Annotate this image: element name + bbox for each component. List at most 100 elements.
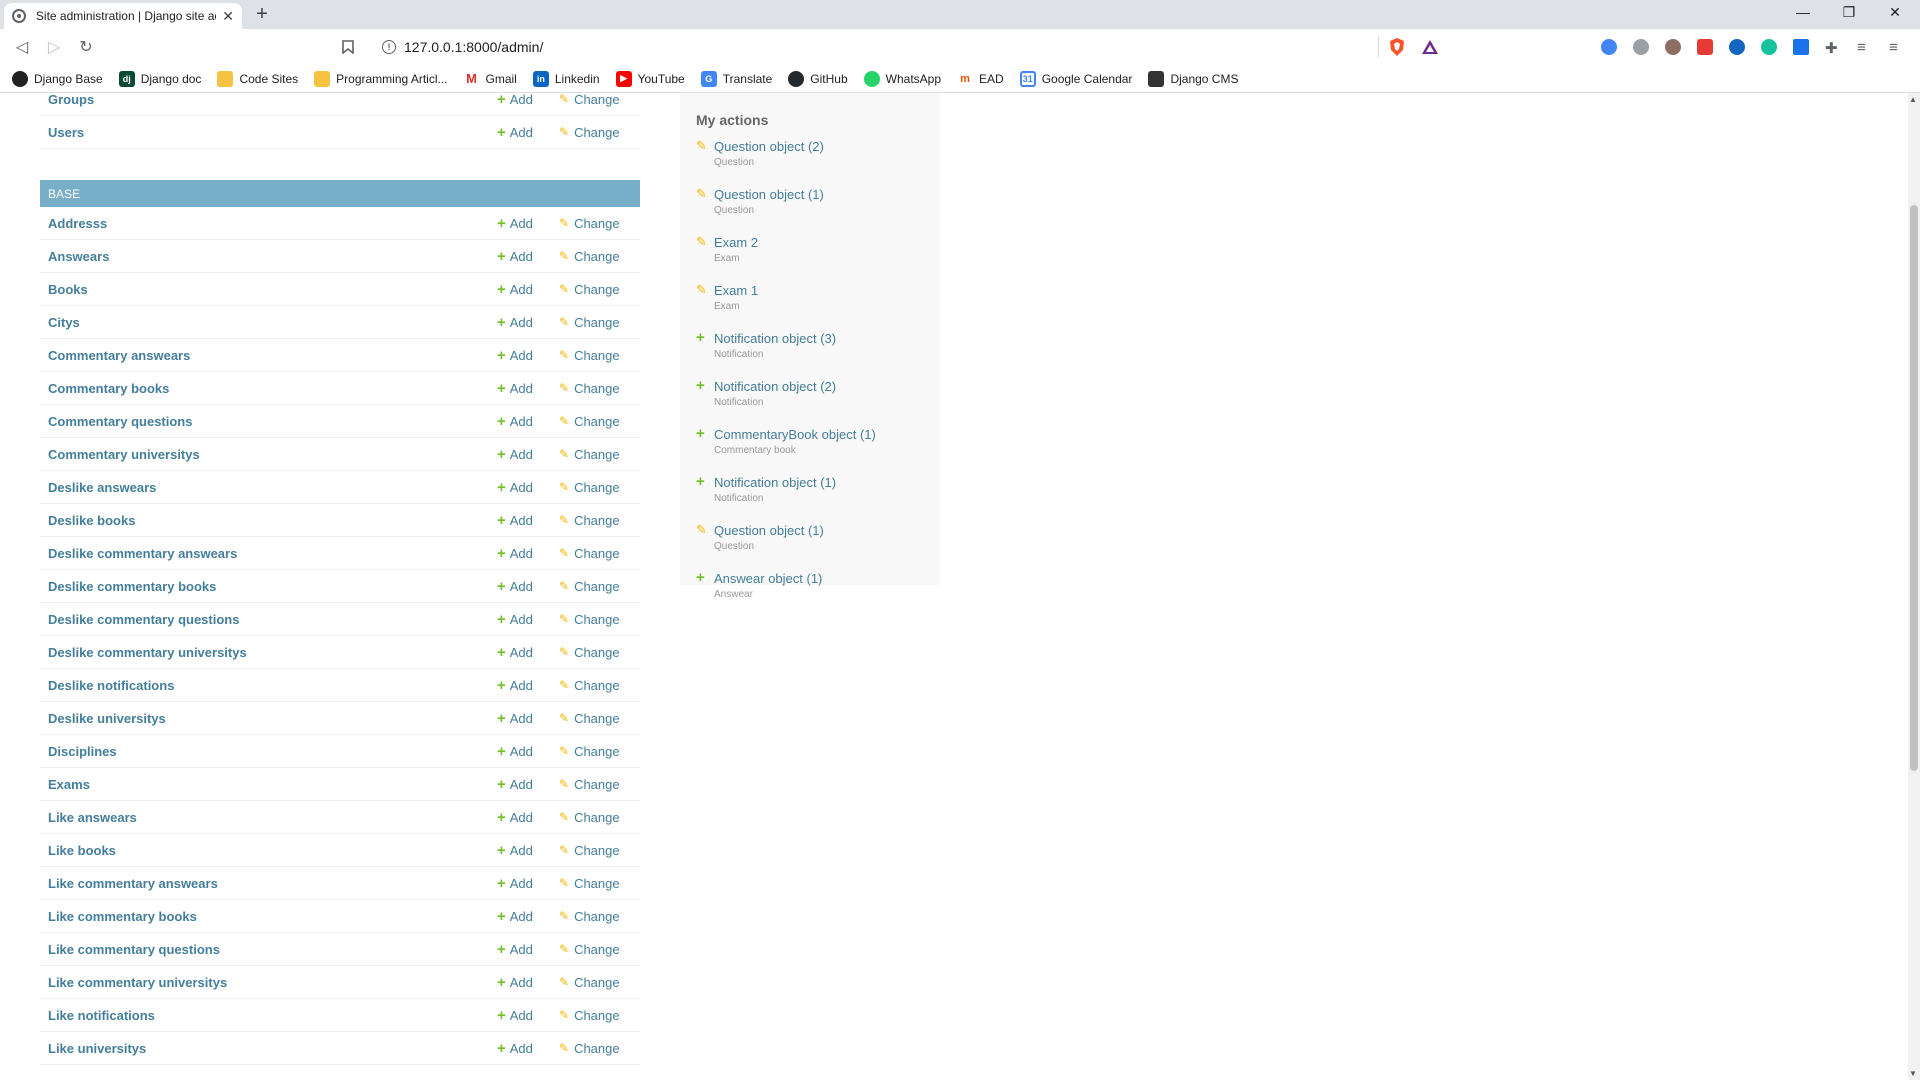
browser-tab[interactable]: Site administration | Django site ad ✕ bbox=[4, 3, 242, 29]
model-link[interactable]: Deslike answears bbox=[48, 480, 497, 495]
change-link[interactable]: ✎ Change bbox=[559, 711, 632, 726]
add-link[interactable]: + Add bbox=[497, 249, 559, 264]
action-link[interactable]: Answear object (1) bbox=[714, 571, 822, 586]
add-link[interactable]: + Add bbox=[497, 1041, 559, 1056]
site-info-icon[interactable]: ! bbox=[382, 39, 396, 54]
change-link[interactable]: ✎ Change bbox=[559, 315, 632, 330]
add-link[interactable]: + Add bbox=[497, 975, 559, 990]
bookmark-gmail[interactable]: M Gmail bbox=[463, 70, 517, 87]
add-link[interactable]: + Add bbox=[497, 876, 559, 891]
add-link[interactable]: + Add bbox=[497, 744, 559, 759]
change-link[interactable]: ✎ Change bbox=[559, 381, 632, 396]
scroll-down-icon[interactable]: ▼ bbox=[1909, 1069, 1917, 1078]
change-link[interactable]: ✎ Change bbox=[559, 546, 632, 561]
brave-rewards-icon[interactable] bbox=[1421, 37, 1439, 57]
add-link[interactable]: + Add bbox=[497, 612, 559, 627]
action-link[interactable]: Notification object (1) bbox=[714, 475, 836, 490]
action-link[interactable]: Exam 1 bbox=[714, 283, 758, 298]
bookmark-translate[interactable]: G Translate bbox=[700, 70, 772, 87]
change-link[interactable]: ✎ Change bbox=[559, 249, 632, 264]
bookmark-django-cms[interactable]: Django CMS bbox=[1148, 70, 1238, 87]
model-link[interactable]: Like books bbox=[48, 843, 497, 858]
change-link[interactable]: ✎ Change bbox=[559, 909, 632, 924]
bookmark-github[interactable]: GitHub bbox=[788, 70, 848, 87]
add-link[interactable]: + Add bbox=[497, 843, 559, 858]
add-link[interactable]: + Add bbox=[497, 513, 559, 528]
model-link[interactable]: Addresss bbox=[48, 216, 497, 231]
model-link[interactable]: Commentary questions bbox=[48, 414, 497, 429]
add-link[interactable]: + Add bbox=[497, 282, 559, 297]
change-link[interactable]: ✎ Change bbox=[559, 975, 632, 990]
bookmark-whatsapp[interactable]: WhatsApp bbox=[863, 70, 941, 87]
model-link[interactable]: Like commentary universitys bbox=[48, 975, 497, 990]
scrollbar-thumb[interactable] bbox=[1910, 205, 1918, 771]
model-link[interactable]: Deslike commentary questions bbox=[48, 612, 497, 627]
close-tab-icon[interactable]: ✕ bbox=[222, 8, 234, 25]
change-link[interactable]: ✎ Change bbox=[559, 1008, 632, 1023]
model-link[interactable]: Deslike universitys bbox=[48, 711, 497, 726]
reading-list-icon[interactable]: ≡ bbox=[1857, 39, 1873, 56]
action-link[interactable]: Question object (2) bbox=[714, 139, 824, 154]
add-link[interactable]: + Add bbox=[497, 348, 559, 363]
bookmark-code-sites[interactable]: Code Sites bbox=[217, 70, 298, 87]
change-link[interactable]: ✎ Change bbox=[559, 744, 632, 759]
model-link[interactable]: Like commentary books bbox=[48, 909, 497, 924]
model-link[interactable]: Disciplines bbox=[48, 744, 497, 759]
change-link[interactable]: ✎ Change bbox=[559, 612, 632, 627]
add-link[interactable]: + Add bbox=[497, 777, 559, 792]
change-link[interactable]: ✎ Change bbox=[559, 125, 632, 140]
add-link[interactable]: + Add bbox=[497, 125, 559, 140]
extension-icon[interactable] bbox=[1729, 39, 1745, 55]
action-link[interactable]: Question object (1) bbox=[714, 187, 824, 202]
model-link-groups[interactable]: Groups bbox=[48, 93, 497, 107]
model-link[interactable]: Deslike notifications bbox=[48, 678, 497, 693]
add-link[interactable]: + Add bbox=[497, 909, 559, 924]
minimize-icon[interactable]: — bbox=[1780, 4, 1826, 20]
change-link[interactable]: ✎ Change bbox=[559, 876, 632, 891]
bookmark-ead[interactable]: m EAD bbox=[957, 70, 1004, 87]
change-link[interactable]: ✎ Change bbox=[559, 348, 632, 363]
model-link[interactable]: Like answears bbox=[48, 810, 497, 825]
change-link[interactable]: ✎ Change bbox=[559, 447, 632, 462]
extension-icon[interactable] bbox=[1793, 39, 1809, 55]
model-link[interactable]: Commentary universitys bbox=[48, 447, 497, 462]
model-link[interactable]: Answears bbox=[48, 249, 497, 264]
action-link[interactable]: Exam 2 bbox=[714, 235, 758, 250]
change-link[interactable]: ✎ Change bbox=[559, 810, 632, 825]
add-link[interactable]: + Add bbox=[497, 678, 559, 693]
add-link[interactable]: + Add bbox=[497, 216, 559, 231]
change-link[interactable]: ✎ Change bbox=[559, 480, 632, 495]
translate-ext-icon[interactable] bbox=[1601, 39, 1617, 55]
bookmark-google-calendar[interactable]: 31 Google Calendar bbox=[1019, 70, 1132, 87]
menu-icon[interactable]: ≡ bbox=[1889, 39, 1905, 56]
page-scrollbar[interactable]: ▲ ▼ bbox=[1908, 93, 1920, 1080]
change-link[interactable]: ✎ Change bbox=[559, 93, 632, 107]
change-link[interactable]: ✎ Change bbox=[559, 678, 632, 693]
action-link[interactable]: Notification object (2) bbox=[714, 379, 836, 394]
url-text[interactable]: 127.0.0.1:8000/admin/ bbox=[404, 39, 543, 55]
model-link[interactable]: Like commentary questions bbox=[48, 942, 497, 957]
action-link[interactable]: Notification object (3) bbox=[714, 331, 836, 346]
model-link[interactable]: Commentary books bbox=[48, 381, 497, 396]
add-link[interactable]: + Add bbox=[497, 1008, 559, 1023]
grammarly-icon[interactable] bbox=[1761, 39, 1777, 55]
add-link[interactable]: + Add bbox=[497, 93, 559, 107]
model-link[interactable]: Deslike books bbox=[48, 513, 497, 528]
add-link[interactable]: + Add bbox=[497, 942, 559, 957]
action-link[interactable]: CommentaryBook object (1) bbox=[714, 427, 876, 442]
add-link[interactable]: + Add bbox=[497, 579, 559, 594]
action-link[interactable]: Question object (1) bbox=[714, 523, 824, 538]
add-link[interactable]: + Add bbox=[497, 480, 559, 495]
add-link[interactable]: + Add bbox=[497, 810, 559, 825]
add-link[interactable]: + Add bbox=[497, 315, 559, 330]
model-link[interactable]: Deslike commentary books bbox=[48, 579, 497, 594]
add-link[interactable]: + Add bbox=[497, 711, 559, 726]
change-link[interactable]: ✎ Change bbox=[559, 942, 632, 957]
reload-icon[interactable]: ↻ bbox=[75, 36, 97, 58]
module-caption-base[interactable]: BASE bbox=[40, 180, 640, 207]
model-link[interactable]: Deslike commentary universitys bbox=[48, 645, 497, 660]
change-link[interactable]: ✎ Change bbox=[559, 216, 632, 231]
scroll-up-icon[interactable]: ▲ bbox=[1909, 95, 1917, 104]
model-link[interactable]: Deslike commentary answears bbox=[48, 546, 497, 561]
model-link[interactable]: Citys bbox=[48, 315, 497, 330]
